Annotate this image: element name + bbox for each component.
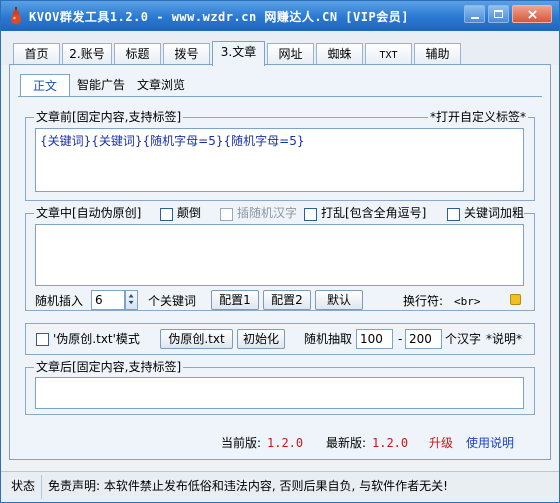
newline-label: 换行符: [403,294,444,308]
pseudo-original-txt-button[interactable]: 伪原创.txt [160,329,233,349]
latest-version-value: 1.2.0 [372,436,409,450]
subtab-article-browse[interactable]: 文章浏览 [132,74,190,96]
subtab-body[interactable]: 正文 [20,74,70,96]
help-guide-link[interactable]: 使用说明 [466,436,514,451]
yellow-hint-icon[interactable] [510,294,521,305]
maximize-button[interactable] [488,5,509,23]
newline-value: <br> [454,295,481,308]
tab-dialup[interactable]: 拨号 [163,43,210,65]
article-middle-textarea[interactable] [35,224,524,286]
pseudo-mode-checkbox[interactable] [36,333,49,346]
latest-version-label: 最新版: [326,436,367,450]
close-icon [528,10,537,19]
status-label: 状态 [11,479,36,493]
window-title: KVOV群发工具1.2.0 - www.wzdr.cn 网赚达人.CN [VIP… [29,10,409,24]
reverse-checkbox[interactable] [160,208,173,221]
random-insert-spinner[interactable] [125,290,138,310]
tab-title[interactable]: 标题 [114,43,161,65]
extract-min-input[interactable]: 100 [356,329,393,349]
minimize-button[interactable] [464,5,485,23]
gourd-icon [11,7,21,25]
initialize-button[interactable]: 初始化 [237,329,285,349]
current-version-label: 当前版: [221,436,262,450]
pseudo-help-link[interactable]: *说明* [486,332,522,347]
insert-random-hanzi-checkbox[interactable] [220,208,233,221]
pseudo-original-group: '伪原创.txt'模式 伪原创.txt 初始化 随机抽取 100 - 200 个… [25,323,535,355]
shuffle-checkbox[interactable] [304,208,317,221]
tab-url[interactable]: 网址 [267,43,314,65]
article-middle-group: 文章中[自动伪原创] 颠倒 插随机汉字 打乱[包含全角逗号] 关键词加粗 随机插… [25,206,535,311]
extract-max-input[interactable]: 200 [405,329,442,349]
random-insert-label: 随机插入 [35,294,84,308]
upgrade-link[interactable]: 升级 [429,436,453,451]
minimize-icon [471,17,479,19]
article-after-textarea[interactable] [35,377,524,409]
random-extract-label: 随机抽取 [304,332,353,346]
article-before-content: {关键词}{关键词}{随机字母=5}{随机字母=5} [40,134,305,148]
hanzi-unit-label: 个汉字 [445,332,482,346]
article-before-legend: 文章前[固定内容,支持标签] [34,110,184,125]
default-button[interactable]: 默认 [315,290,363,310]
tab-txt[interactable]: TXT [365,43,412,65]
insert-random-hanzi-label: 插随机汉字 [237,206,298,221]
config2-button[interactable]: 配置2 [263,290,311,310]
article-before-group: 文章前[固定内容,支持标签] *打开自定义标签* {关键词}{关键词}{随机字母… [25,110,535,201]
range-dash: - [398,332,403,346]
article-tab-panel: 正文 智能广告 文章浏览 文章前[固定内容,支持标签] *打开自定义标签* {关… [9,64,551,460]
disclaimer-text: 免责声明: 本软件禁止发布低俗和违法内容, 否则后果自负, 与软件作者无关! [48,479,448,493]
tab-spider[interactable]: 蜘蛛 [316,43,363,65]
current-version-value: 1.2.0 [267,436,304,450]
tab-article[interactable]: 3.文章 [212,41,265,66]
maximize-icon [494,10,503,18]
reverse-label: 颠倒 [177,206,202,221]
keyword-bold-label: 关键词加粗 [464,206,525,221]
article-after-group: 文章后[固定内容,支持标签] [25,360,535,415]
subtab-divider [18,96,542,97]
random-insert-count-input[interactable]: 6 [91,290,125,310]
article-after-legend: 文章后[固定内容,支持标签] [34,360,184,375]
status-bar: 状态 免责声明: 本软件禁止发布低俗和违法内容, 否则后果自负, 与软件作者无关… [1,471,559,502]
custom-tag-link[interactable]: *打开自定义标签* [427,110,528,125]
article-before-textarea[interactable]: {关键词}{关键词}{随机字母=5}{随机字母=5} [35,128,524,192]
tab-home[interactable]: 首页 [13,43,60,65]
status-divider [41,475,42,499]
keyword-bold-checkbox[interactable] [447,208,460,221]
spinner-arrows-icon [128,294,134,305]
subtab-smart-ad[interactable]: 智能广告 [72,74,130,96]
config1-button[interactable]: 配置1 [211,290,259,310]
title-bar: KVOV群发工具1.2.0 - www.wzdr.cn 网赚达人.CN [VIP… [1,1,559,31]
main-tab-bar: 首页 2.账号 标题 拨号 3.文章 网址 蜘蛛 TXT 辅助 [1,31,559,66]
pseudo-mode-label: '伪原创.txt'模式 [53,332,140,346]
close-button[interactable] [512,5,552,23]
tab-assist[interactable]: 辅助 [414,43,461,65]
shuffle-label: 打乱[包含全角逗号] [321,206,427,221]
tab-accounts[interactable]: 2.账号 [62,43,112,65]
keyword-unit-label: 个关键词 [148,294,197,308]
app-window: KVOV群发工具1.2.0 - www.wzdr.cn 网赚达人.CN [VIP… [0,0,560,503]
